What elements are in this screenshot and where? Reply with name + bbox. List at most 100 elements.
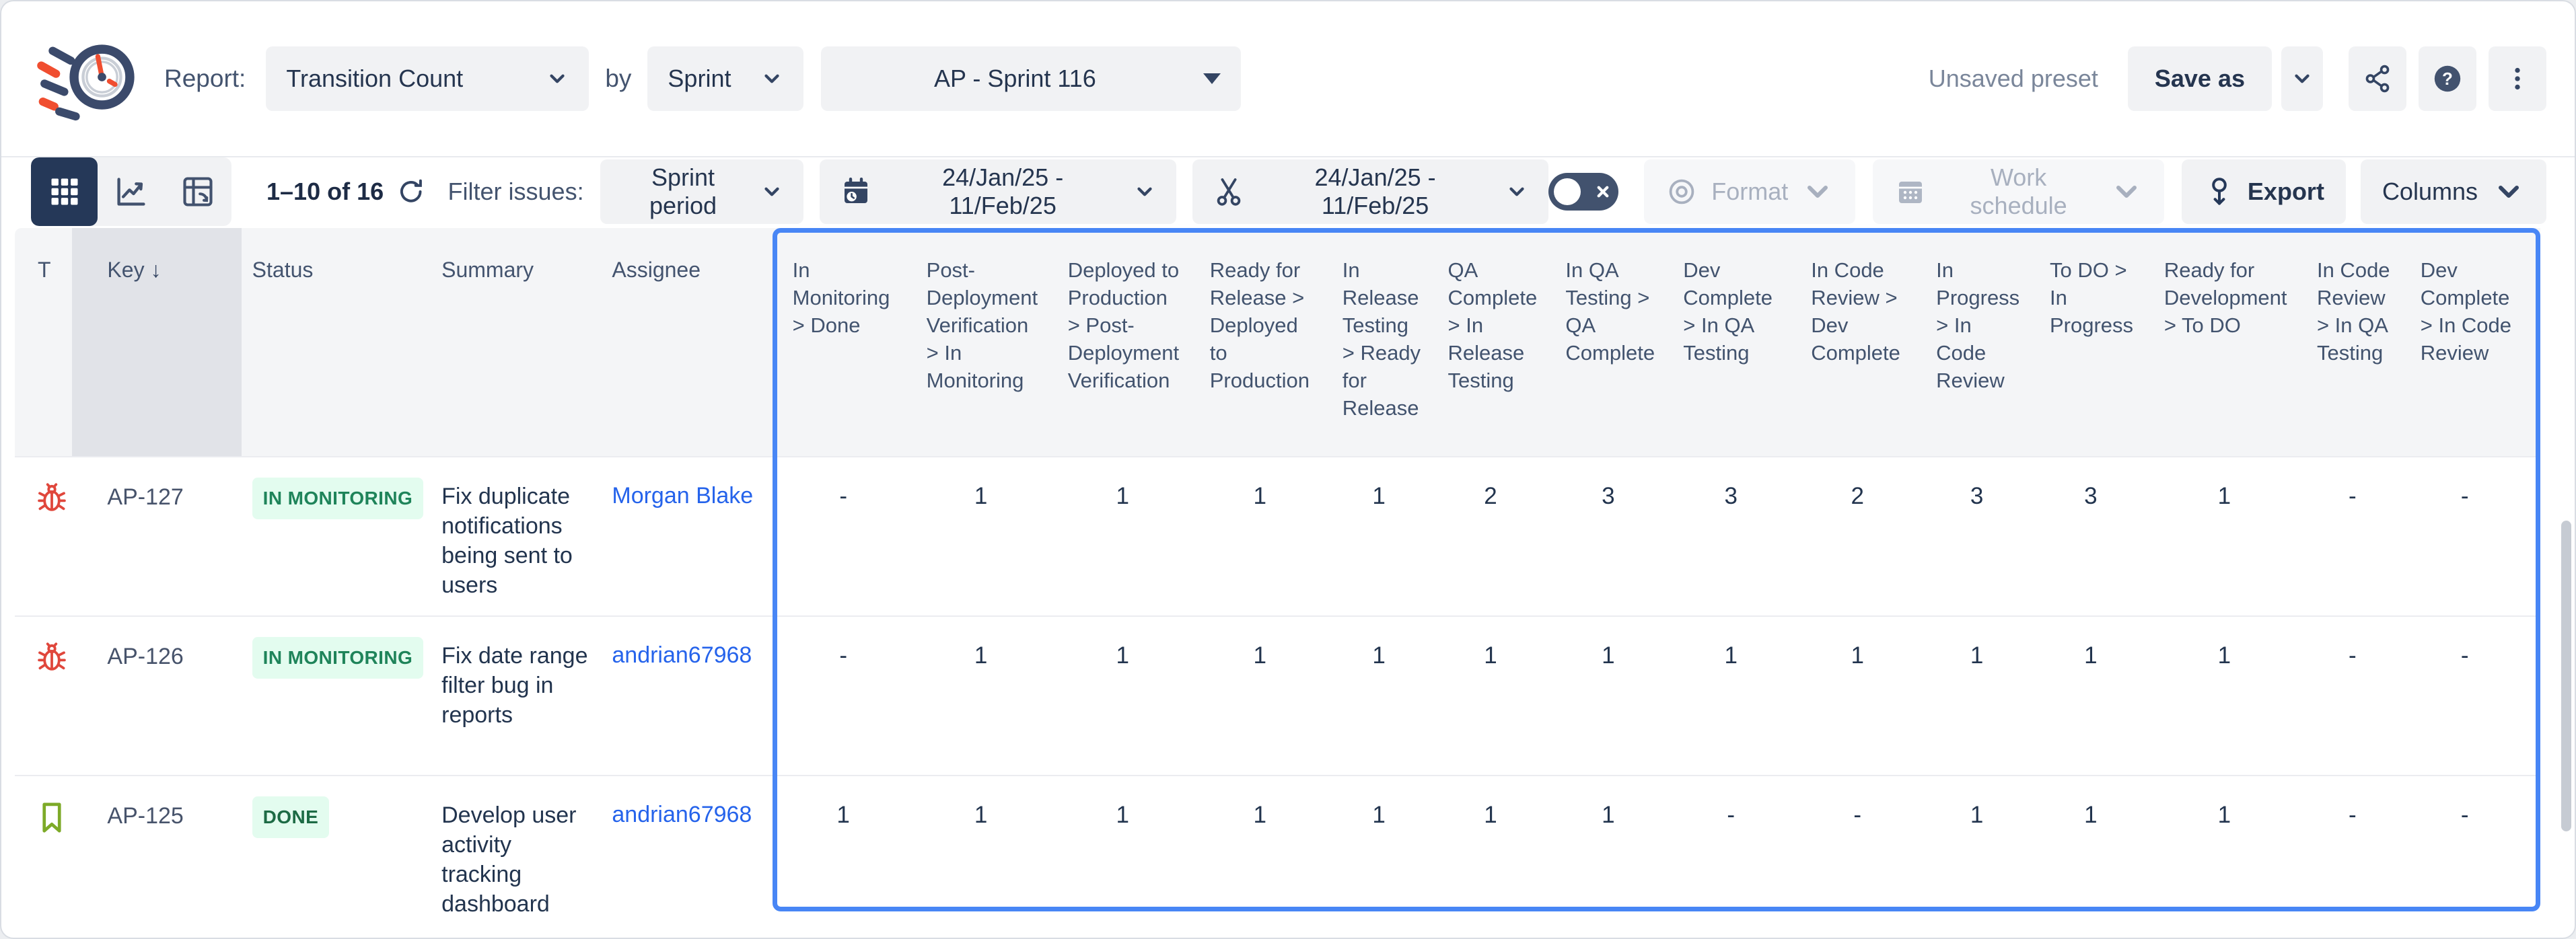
story-icon xyxy=(34,827,70,838)
transition-count-cell xyxy=(2526,457,2540,616)
export-button[interactable]: Export xyxy=(2182,159,2346,224)
report-type-value: Transition Count xyxy=(286,65,463,93)
transition-count-cell: 1 xyxy=(1549,776,1667,919)
toggle-knob xyxy=(1554,178,1581,205)
filter-period-value: Sprint period xyxy=(620,163,746,220)
chevron-down-icon xyxy=(2291,67,2314,90)
column-header-assignee[interactable]: Assignee xyxy=(606,228,776,457)
transition-count-cell: 1 xyxy=(1326,776,1432,919)
triangle-down-icon xyxy=(1203,73,1221,84)
trim-range-dropdown[interactable]: 24/Jan/25 - 11/Feb/25 xyxy=(1192,159,1548,224)
transition-count-cell: 2 xyxy=(1795,457,1920,616)
transition-count-cell: 1 xyxy=(2148,457,2301,616)
column-header-transition[interactable]: Ready for Release > Deployed to Producti… xyxy=(1194,228,1326,457)
transition-count-cell: - xyxy=(2404,616,2526,776)
transition-count-cell: 1 xyxy=(1052,457,1194,616)
pagination-text: 1–10 of 16 xyxy=(266,178,384,206)
column-header-transition[interactable]: Deployed to Production > Post-Deployment… xyxy=(1052,228,1194,457)
save-as-button[interactable]: Save as xyxy=(2128,46,2272,111)
date-range-dropdown[interactable]: 24/Jan/25 - 11/Feb/25 xyxy=(820,159,1176,224)
columns-label: Columns xyxy=(2382,178,2478,206)
column-header-key[interactable]: Key ↓ xyxy=(72,228,241,457)
transition-count-cell: 3 xyxy=(1920,457,2034,616)
transition-count-cell: 1 xyxy=(1052,776,1194,919)
column-header-transition[interactable]: Dev Complete > In QA Testing xyxy=(1667,228,1795,457)
column-header-transition[interactable]: In Monitoring > Done xyxy=(777,228,910,457)
chevron-down-icon xyxy=(1505,180,1528,203)
assignee-link[interactable]: andrian67968 xyxy=(612,642,752,668)
column-header-transition[interactable]: In Release Testing > Ready for Release xyxy=(1326,228,1432,457)
filter-period-dropdown[interactable]: Sprint period xyxy=(600,159,804,224)
column-header-transition[interactable]: In Progress > In Code Review xyxy=(1920,228,2034,457)
issue-key: AP-126 xyxy=(72,616,241,776)
format-toggle[interactable] xyxy=(1548,173,1618,211)
transition-count-cell: - xyxy=(2404,776,2526,919)
transition-count-cell: 3 xyxy=(1549,457,1667,616)
column-header-transition[interactable]: In QA Testing > QA Complete xyxy=(1549,228,1667,457)
assignee-link[interactable]: andrian67968 xyxy=(612,802,752,827)
transition-count-cell: 1 xyxy=(1326,457,1432,616)
sprint-value: AP - Sprint 116 xyxy=(841,65,1188,93)
assignee-link[interactable]: Morgan Blake xyxy=(612,483,753,509)
share-button[interactable] xyxy=(2349,46,2406,111)
report-label: Report: xyxy=(164,65,246,93)
issue-row-AP-127: AP-127IN MONITORINGFix duplicate notific… xyxy=(15,457,2540,616)
top-bar: Report: Transition Count by Sprint AP - … xyxy=(1,1,2575,156)
transition-count-cell: - xyxy=(1795,776,1920,919)
column-header-status[interactable]: Status xyxy=(242,228,437,457)
vertical-scrollbar-thumb[interactable] xyxy=(2561,521,2571,831)
status-badge: IN MONITORING xyxy=(252,478,423,519)
column-header-transition[interactable]: To DO > In Progress xyxy=(2034,228,2148,457)
transition-count-cell: 1 xyxy=(1194,616,1326,776)
table-view-button[interactable] xyxy=(31,157,98,226)
column-header-transition[interactable]: In Code Review > In QA Testing xyxy=(2301,228,2404,457)
transition-count-cell: 3 xyxy=(2034,457,2148,616)
app-logo-clock-icon xyxy=(36,29,141,128)
column-header-transition[interactable]: In Code Review > Dev Complete xyxy=(1795,228,1920,457)
chart-view-button[interactable] xyxy=(98,157,164,226)
help-button[interactable]: ? xyxy=(2419,46,2476,111)
transition-count-cell: 1 xyxy=(2034,616,2148,776)
column-header-t[interactable]: T xyxy=(15,228,72,457)
issue-row-AP-126: AP-126IN MONITORINGFix date range filter… xyxy=(15,616,2540,776)
line-chart-icon xyxy=(114,174,149,209)
chevron-down-icon xyxy=(1801,176,1834,208)
status-badge: DONE xyxy=(252,796,330,838)
chevron-down-icon xyxy=(760,180,783,203)
work-schedule-dropdown[interactable]: Work schedule xyxy=(1873,159,2164,224)
calendar-clock-icon xyxy=(840,176,872,208)
help-icon: ? xyxy=(2431,63,2464,95)
toolbar: 1–10 of 16 Filter issues: Sprint period … xyxy=(1,157,2575,226)
issue-key: AP-125 xyxy=(72,776,241,919)
transition-count-cell: 1 xyxy=(1052,616,1194,776)
transition-count-cell: 1 xyxy=(1795,616,1920,776)
column-header-transition[interactable]: In Progress > Dev Complete xyxy=(2526,228,2540,457)
transition-count-cell: 2 xyxy=(1432,457,1550,616)
transition-count-cell: 1 xyxy=(1549,616,1667,776)
kebab-menu-icon xyxy=(2503,64,2532,93)
column-header-transition[interactable]: Ready for Development > To DO xyxy=(2148,228,2301,457)
transition-count-cell: 1 xyxy=(777,776,910,919)
view-switcher xyxy=(31,157,231,226)
column-header-transition[interactable]: Post-Deployment Verification > In Monito… xyxy=(910,228,1052,457)
format-dropdown[interactable]: Format xyxy=(1644,159,1855,224)
sprint-dropdown[interactable]: AP - Sprint 116 xyxy=(821,46,1241,111)
pivot-view-button[interactable] xyxy=(165,157,231,226)
column-header-summary[interactable]: Summary xyxy=(437,228,606,457)
transition-count-cell: 1 xyxy=(2034,776,2148,919)
group-by-dropdown[interactable]: Sprint xyxy=(647,46,803,111)
kebab-menu-button[interactable] xyxy=(2489,46,2546,111)
issue-summary: Develop user activity tracking dashboard xyxy=(437,776,606,919)
column-header-transition[interactable]: QA Complete > In Release Testing xyxy=(1432,228,1550,457)
transition-count-cell: - xyxy=(2404,457,2526,616)
format-target-icon xyxy=(1666,176,1698,208)
group-by-value: Sprint xyxy=(668,65,731,93)
columns-dropdown[interactable]: Columns xyxy=(2361,159,2546,224)
report-type-dropdown[interactable]: Transition Count xyxy=(266,46,589,111)
chevron-down-icon xyxy=(2493,176,2525,208)
refresh-icon[interactable] xyxy=(396,176,426,207)
chevron-down-icon xyxy=(2110,176,2143,208)
save-options-chevron-button[interactable] xyxy=(2281,46,2323,111)
column-header-transition[interactable]: Dev Complete > In Code Review xyxy=(2404,228,2526,457)
transition-count-cell xyxy=(2526,616,2540,776)
